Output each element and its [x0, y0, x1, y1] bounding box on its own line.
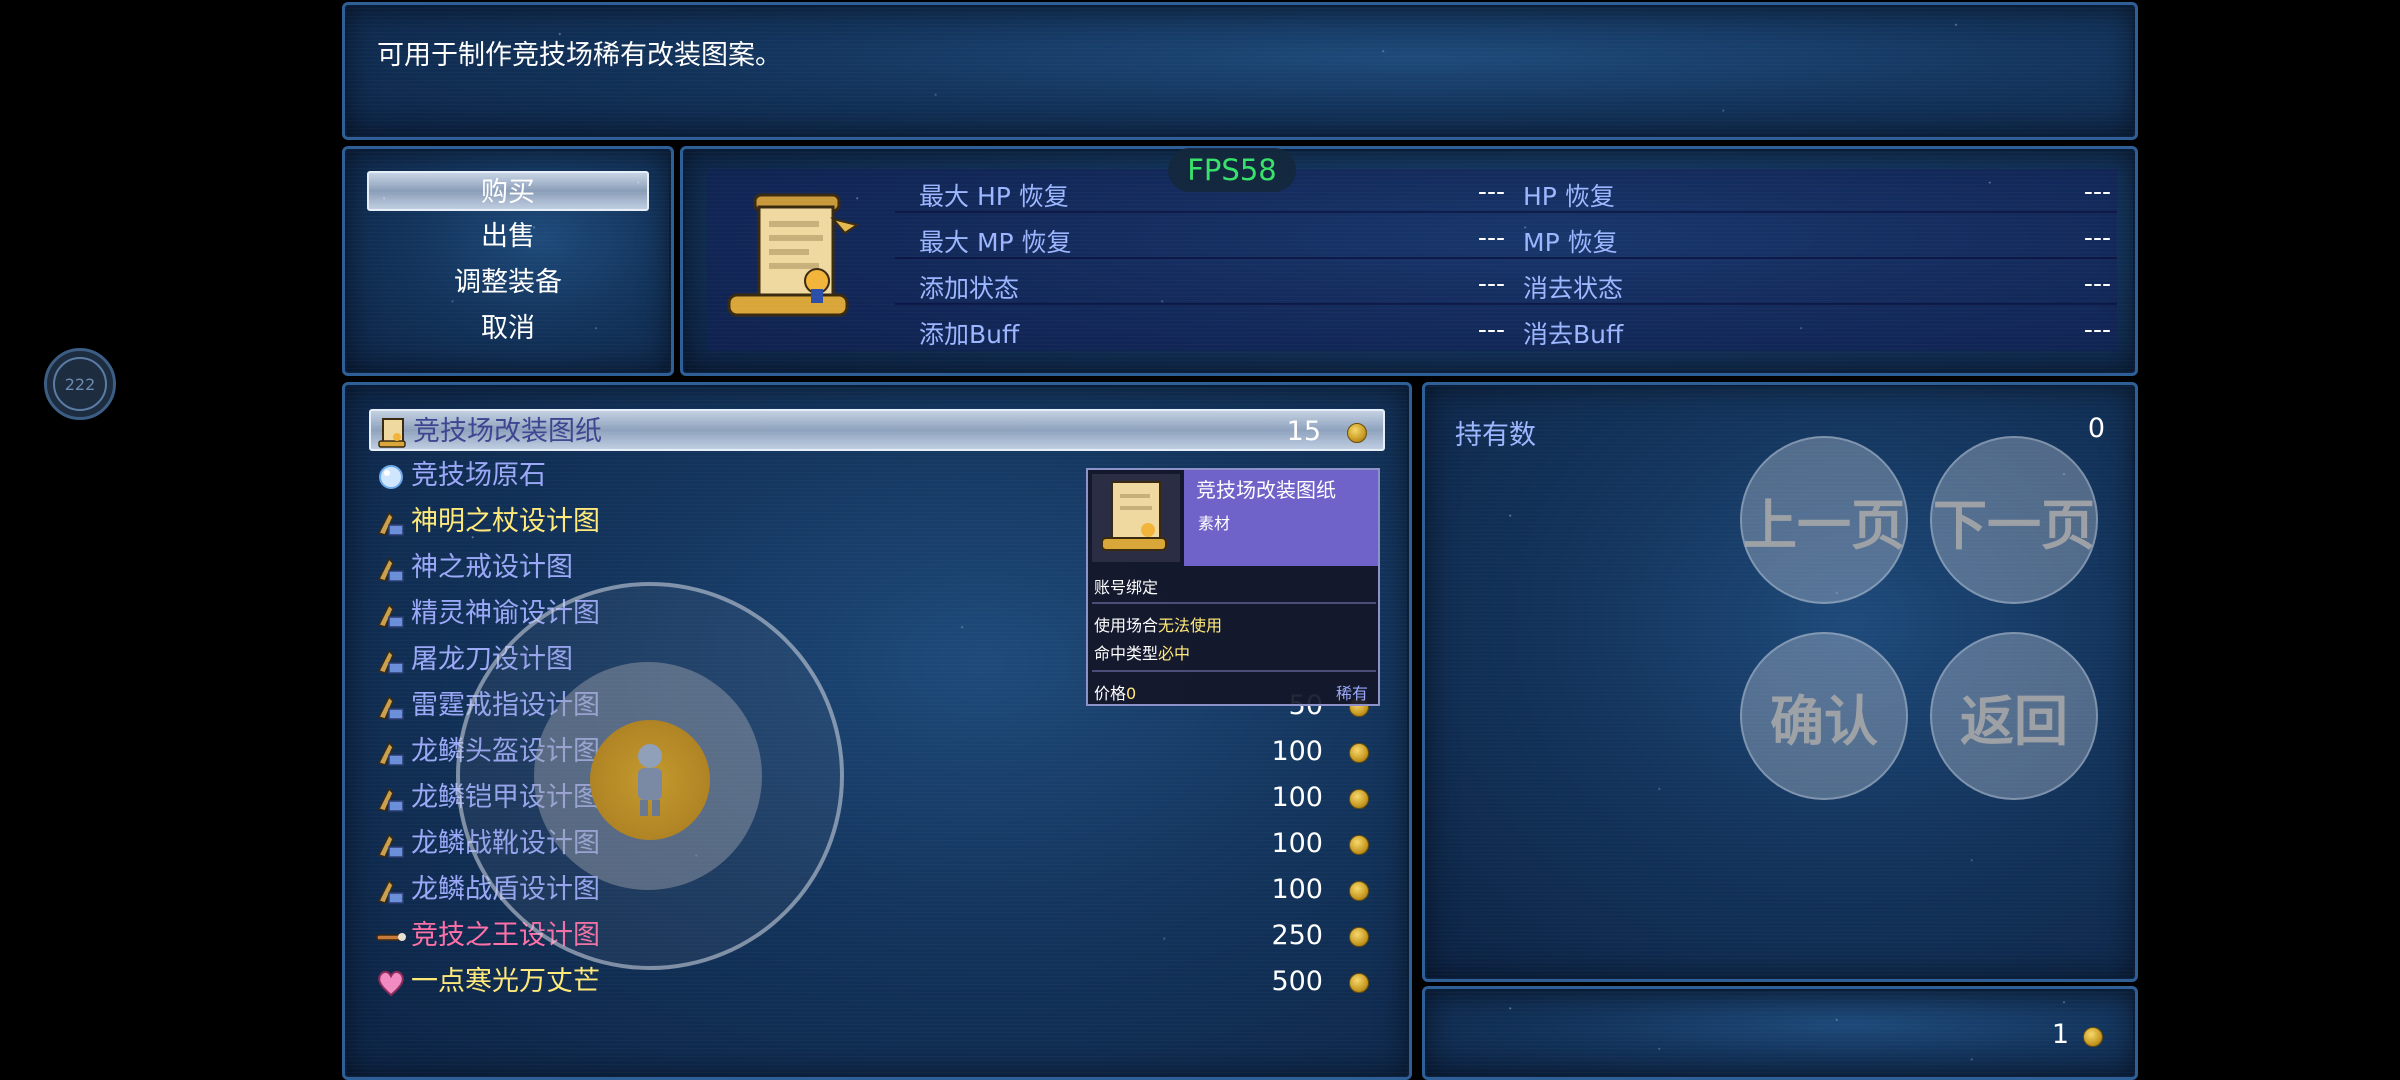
row-divider: [895, 211, 2117, 213]
tooltip-divider: [1092, 602, 1376, 604]
param-value-remove-buff: ---: [2083, 315, 2111, 344]
scroll-icon: [727, 193, 860, 317]
shop-item-price: 100: [1271, 828, 1323, 859]
tooltip-divider: [1092, 670, 1376, 672]
help-window: 可用于制作竞技场稀有改装图案。: [342, 2, 2138, 140]
blueprint-icon: [377, 787, 404, 812]
heart-gem-icon: [378, 970, 404, 997]
confirm-button[interactable]: 确认: [1740, 632, 1908, 800]
prev-page-button[interactable]: 上一页: [1740, 436, 1908, 604]
shop-item-price: 100: [1271, 874, 1323, 905]
tooltip-rarity: 稀有: [1335, 684, 1368, 703]
param-value-add-state: ---: [1477, 269, 1505, 298]
help-text: 可用于制作竞技场稀有改装图案。: [377, 40, 782, 71]
blueprint-icon: [377, 741, 404, 766]
param-label-add-buff: 添加Buff: [919, 320, 1020, 349]
row-divider: [895, 257, 2117, 259]
param-label-hp: HP 恢复: [1523, 182, 1615, 211]
command-equip[interactable]: 调整装备: [367, 263, 649, 303]
tooltip-item-name: 竞技场改装图纸: [1196, 478, 1336, 502]
shop-item-name: 神明之杖设计图: [411, 506, 600, 537]
shop-item-price: 250: [1271, 920, 1323, 951]
shop-item-row[interactable]: 竞技场改装图纸 15: [369, 409, 1385, 451]
param-value-max-mp: ---: [1477, 223, 1505, 252]
param-label-remove-buff: 消去Buff: [1523, 320, 1624, 349]
gold-coin-icon: [2083, 1027, 2103, 1047]
shop-item-name: 竞技场原石: [411, 460, 546, 491]
wand-icon: [376, 933, 406, 941]
scroll-icon: [1101, 481, 1167, 551]
tooltip-price-value: 0: [1126, 684, 1137, 703]
shop-item-price: 100: [1271, 736, 1323, 767]
gold-window: 1: [1422, 986, 2138, 1080]
shop-item-row[interactable]: 一点寒光万丈芒 500: [369, 961, 1385, 1003]
tooltip-binding: 账号绑定: [1094, 578, 1159, 597]
shop-item-name: 一点寒光万丈芒: [411, 966, 600, 997]
shop-item-price: 100: [1271, 782, 1323, 813]
gold-coin-icon: [1349, 973, 1369, 993]
blueprint-icon: [377, 833, 404, 858]
shop-command-window: 购买 出售 调整装备 取消: [342, 146, 674, 376]
command-sell[interactable]: 出售: [367, 217, 649, 257]
tooltip-header: 竞技场改装图纸 素材: [1088, 470, 1378, 566]
game-screen: 222 可用于制作竞技场稀有改装图案。 购买 出售 调整装备 取消 最大 HP …: [0, 0, 2400, 1080]
blueprint-icon: [377, 879, 404, 904]
param-value-hp: ---: [2083, 177, 2111, 206]
possession-label: 持有数: [1455, 420, 1536, 451]
tooltip-price: 价格0: [1094, 680, 1136, 704]
param-value-add-buff: ---: [1477, 315, 1505, 344]
possession-count: 0: [2087, 413, 2105, 444]
floating-assist-button[interactable]: 222: [44, 348, 116, 420]
shop-item-price: 15: [1286, 416, 1321, 447]
gold-coin-icon: [1349, 835, 1369, 855]
gold-coin-icon: [1349, 789, 1369, 809]
blueprint-icon: [377, 511, 404, 536]
param-label-max-hp: 最大 HP 恢复: [919, 182, 1069, 211]
back-button[interactable]: 返回: [1930, 632, 2098, 800]
shop-item-price: 500: [1271, 966, 1323, 997]
blueprint-icon: [377, 557, 404, 582]
next-page-button[interactable]: 下一页: [1930, 436, 2098, 604]
param-label-remove-state: 消去状态: [1523, 274, 1624, 303]
tooltip-usage-value: 无法使用: [1158, 616, 1223, 635]
gold-coin-icon: [1349, 743, 1369, 763]
character-avatar-icon: [638, 744, 662, 816]
gold-amount: 1: [2051, 1019, 2069, 1050]
param-value-max-hp: ---: [1477, 177, 1505, 206]
param-value-remove-state: ---: [2083, 269, 2111, 298]
gold-coin-icon: [1347, 423, 1367, 443]
gold-coin-icon: [1349, 881, 1369, 901]
tooltip-hit-type: 命中类型必中: [1094, 640, 1190, 664]
blueprint-icon: [377, 603, 404, 628]
command-cancel[interactable]: 取消: [367, 309, 649, 349]
param-label-add-state: 添加状态: [919, 274, 1020, 303]
tooltip-usage: 使用场合无法使用: [1094, 612, 1222, 636]
tooltip-usage-label: 使用场合: [1094, 616, 1159, 635]
param-label-mp: MP 恢复: [1523, 228, 1618, 257]
tooltip-icon-frame: [1092, 474, 1180, 562]
tooltip-hit-label: 命中类型: [1094, 644, 1159, 663]
scroll-icon: [378, 418, 406, 448]
floating-assist-label: 222: [53, 357, 107, 411]
tooltip-item-type: 素材: [1198, 514, 1231, 533]
param-label-max-mp: 最大 MP 恢复: [919, 228, 1072, 257]
blueprint-icon: [377, 649, 404, 674]
gold-coin-icon: [1349, 927, 1369, 947]
item-tooltip: 竞技场改装图纸 素材 账号绑定 使用场合无法使用 命中类型必中 价格0 稀有: [1086, 468, 1380, 706]
crystal-orb-icon: [379, 465, 403, 489]
tooltip-price-label: 价格: [1094, 684, 1127, 703]
blueprint-icon: [377, 695, 404, 720]
tooltip-hit-value: 必中: [1158, 644, 1191, 663]
item-status-window: 最大 HP 恢复 --- HP 恢复 --- 最大 MP 恢复 --- MP 恢…: [680, 146, 2138, 376]
row-divider: [895, 303, 2117, 305]
command-buy[interactable]: 购买: [367, 171, 649, 211]
param-value-mp: ---: [2083, 223, 2111, 252]
shop-item-name: 竞技场改装图纸: [413, 416, 602, 447]
fps-counter: FPS58: [1168, 148, 1296, 192]
shop-item-name: 神之戒设计图: [411, 552, 573, 583]
